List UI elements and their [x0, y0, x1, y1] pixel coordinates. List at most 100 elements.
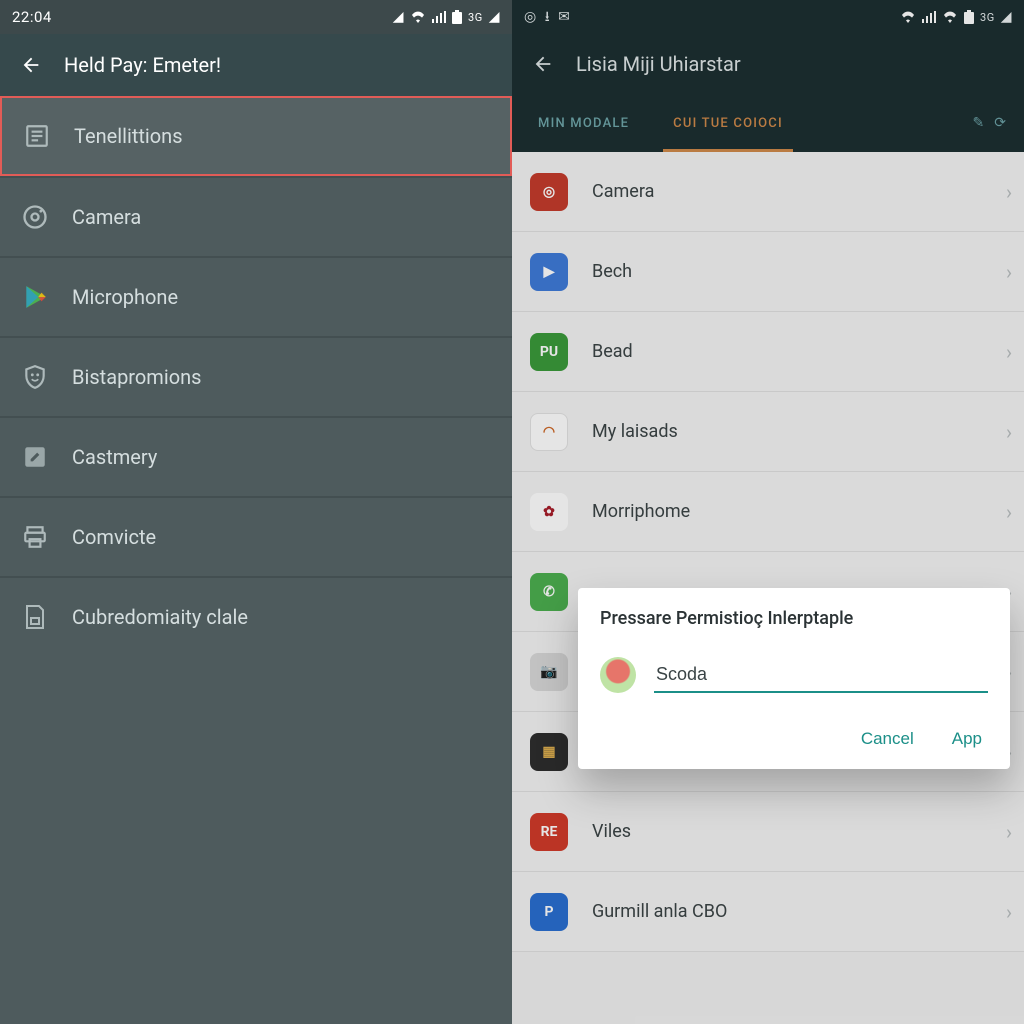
right-pane: ◎ ⭳ ✉ 3G ◢ — [512, 0, 1024, 1024]
app-label: Bech — [592, 261, 1006, 282]
app-row[interactable]: ◎ Camera› — [512, 152, 1024, 232]
app-row[interactable]: P Gurmill anla CBO› — [512, 872, 1024, 952]
left-pane: 22:04 ◢ 3G ◢ Held Pay: Emeter! Ten — [0, 0, 512, 1024]
settings-item-comvicte[interactable]: Comvicte — [0, 496, 512, 576]
chevron-right-icon: › — [1006, 420, 1012, 444]
chevron-right-icon: › — [1006, 340, 1012, 364]
app-icon: ✆ — [530, 573, 568, 611]
dialog-text-input[interactable] — [654, 658, 988, 693]
page-title: Held Pay: Emeter! — [64, 53, 221, 77]
status-icons-right-left: ◎ ⭳ ✉ — [524, 10, 570, 24]
network-badge: 3G — [980, 11, 995, 24]
app-bar-left: Held Pay: Emeter! — [0, 34, 512, 96]
avatar-icon — [600, 657, 636, 693]
app-icon: ◎ — [530, 173, 568, 211]
camera-target-icon — [20, 202, 50, 232]
tab-actions: ✎ ⟳ — [973, 115, 1020, 131]
app-label: Viles — [592, 821, 1006, 842]
app-list[interactable]: ◎Camera›▶Bech›PUBead›◠My laisads›✿Morrip… — [512, 152, 1024, 952]
app-icon: 📷 — [530, 653, 568, 691]
app-row[interactable]: ▶ Bech› — [512, 232, 1024, 312]
app-label: Camera — [592, 181, 1006, 202]
app-icon: RE — [530, 813, 568, 851]
shield-icon — [20, 362, 50, 392]
app-icon: ▶ — [530, 253, 568, 291]
signal-triangle-icon-2: ◢ — [489, 10, 500, 24]
app-label: Gurmill anla CBO — [592, 901, 1006, 922]
chevron-right-icon: › — [1006, 260, 1012, 284]
edit-small-icon[interactable]: ✎ — [973, 115, 985, 131]
app-icon: ▦ — [530, 733, 568, 771]
network-badge: 3G — [468, 11, 483, 24]
tab-label: MIN MODALE — [538, 116, 629, 131]
status-bar-right: ◎ ⭳ ✉ 3G ◢ — [512, 0, 1024, 34]
cell-signal-icon — [432, 11, 446, 23]
chevron-right-icon: › — [1006, 180, 1012, 204]
app-label: My laisads — [592, 421, 1006, 442]
settings-item-cubredomiaity[interactable]: Cubredomiaity clale — [0, 576, 512, 656]
dialog-actions: Cancel App — [600, 703, 988, 757]
settings-item-tenellittions[interactable]: Tenellittions — [0, 96, 512, 176]
status-icons-left: ◢ 3G ◢ — [393, 10, 500, 24]
app-label: Bead — [592, 341, 1006, 362]
settings-item-bistapromions[interactable]: Bistapromions — [0, 336, 512, 416]
tab-label: CUI TUE COIOCI — [673, 116, 783, 131]
confirm-button[interactable]: App — [946, 721, 988, 757]
download-icon: ⭳ — [545, 10, 550, 24]
wifi-icon — [900, 11, 916, 23]
settings-item-label: Comvicte — [72, 525, 156, 549]
app-icon: ✿ — [530, 493, 568, 531]
settings-item-label: Camera — [72, 205, 141, 229]
settings-item-castmery[interactable]: Castmery — [0, 416, 512, 496]
signal-triangle-icon: ◢ — [1001, 10, 1012, 24]
tab-minmodale[interactable]: MIN MODALE — [516, 94, 651, 152]
wifi-icon — [410, 11, 426, 23]
settings-item-label: Cubredomiaity clale — [72, 605, 248, 629]
edit-icon — [20, 442, 50, 472]
cancel-button[interactable]: Cancel — [855, 721, 920, 757]
settings-item-label: Bistapromions — [72, 365, 201, 389]
status-icons-right: 3G ◢ — [900, 10, 1012, 24]
back-button[interactable] — [14, 48, 48, 82]
app-row[interactable]: ✿ Morriphome› — [512, 472, 1024, 552]
app-icon: P — [530, 893, 568, 931]
dialog-input-row — [600, 657, 988, 693]
news-icon — [22, 121, 52, 151]
app-icon: PU — [530, 333, 568, 371]
cell-signal-icon — [922, 11, 936, 23]
app-icon: ◠ — [530, 413, 568, 451]
sync-icon: ◎ — [524, 10, 537, 24]
right-header: ◎ ⭳ ✉ 3G ◢ — [512, 0, 1024, 152]
page-title: Lisia Miji Uhiarstar — [576, 52, 741, 76]
app-row[interactable]: RE Viles› — [512, 792, 1024, 872]
settings-list: Tenellittions Camera Microphone Bistapro… — [0, 96, 512, 656]
battery-icon — [964, 10, 974, 24]
app-label: Morriphome — [592, 501, 1006, 522]
tab-bar: MIN MODALE CUI TUE COIOCI ✎ ⟳ — [512, 94, 1024, 152]
chevron-right-icon: › — [1006, 500, 1012, 524]
printer-icon — [20, 522, 50, 552]
chevron-right-icon: › — [1006, 820, 1012, 844]
settings-item-label: Castmery — [72, 445, 157, 469]
settings-item-camera[interactable]: Camera — [0, 176, 512, 256]
app-bar-right: Lisia Miji Uhiarstar — [512, 34, 1024, 94]
settings-item-label: Tenellittions — [74, 124, 183, 148]
settings-item-label: Microphone — [72, 285, 178, 309]
back-button[interactable] — [526, 47, 560, 81]
permission-dialog: Pressare Permistioç Inlerptaple Cancel A… — [578, 588, 1010, 769]
signal-triangle-icon: ◢ — [393, 10, 404, 24]
play-store-icon — [20, 282, 50, 312]
app-row[interactable]: ◠ My laisads› — [512, 392, 1024, 472]
dialog-title: Pressare Permistioç Inlerptaple — [600, 608, 988, 629]
app-row[interactable]: PU Bead› — [512, 312, 1024, 392]
wifi-icon-2 — [942, 11, 958, 23]
clock: 22:04 — [12, 8, 52, 26]
home-sd-icon — [20, 602, 50, 632]
mail-icon: ✉ — [558, 10, 570, 24]
battery-icon — [452, 10, 462, 24]
chevron-right-icon: › — [1006, 900, 1012, 924]
tab-cuituecoioci[interactable]: CUI TUE COIOCI — [651, 94, 805, 152]
status-bar-left: 22:04 ◢ 3G ◢ — [0, 0, 512, 34]
settings-item-microphone[interactable]: Microphone — [0, 256, 512, 336]
refresh-small-icon[interactable]: ⟳ — [994, 115, 1006, 131]
